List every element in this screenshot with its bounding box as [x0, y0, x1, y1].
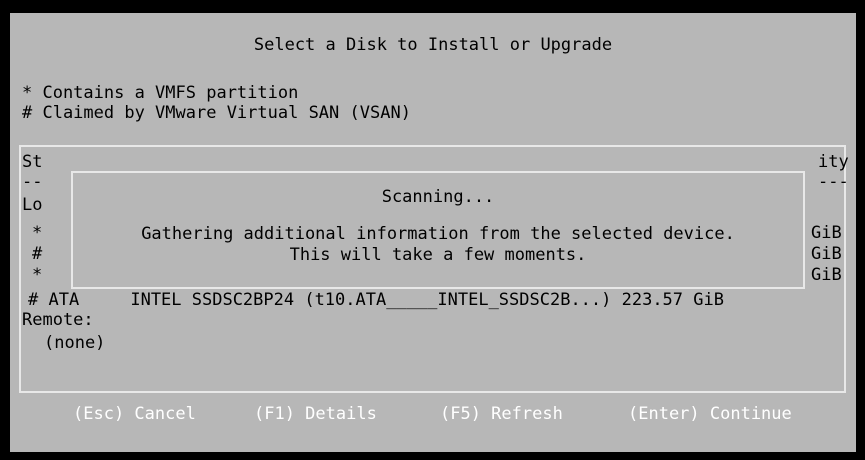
header-divider-left: --	[22, 172, 43, 192]
console-screen: Select a Disk to Install or Upgrade * Co…	[0, 0, 865, 460]
disk-row-marker: *	[32, 223, 43, 243]
storage-header-fragment: St	[22, 152, 43, 172]
refresh-key[interactable]: (F5) Refresh	[440, 404, 563, 424]
continue-key[interactable]: (Enter) Continue	[628, 404, 792, 424]
legend-vsan: # Claimed by VMware Virtual SAN (VSAN)	[22, 103, 411, 123]
disk-row-intel-ssd[interactable]: # ATA INTEL SSDSC2BP24 (t10.ATA_____INTE…	[28, 290, 724, 310]
disk-row-unit: GiB	[811, 265, 842, 285]
disk-row-unit: GiB	[811, 244, 842, 264]
dialog-title: Select a Disk to Install or Upgrade	[253, 35, 613, 55]
remote-label: Remote:	[22, 310, 94, 330]
local-label-fragment: Lo	[22, 195, 43, 215]
cancel-key[interactable]: (Esc) Cancel	[73, 404, 196, 424]
disk-select-dialog: Select a Disk to Install or Upgrade * Co…	[10, 13, 856, 452]
details-key[interactable]: (F1) Details	[254, 404, 377, 424]
header-divider-right: ---	[818, 172, 849, 192]
popup-message-line1: Gathering additional information from th…	[141, 224, 735, 244]
disk-row-unit: GiB	[811, 223, 842, 243]
popup-message-line2: This will take a few moments.	[289, 245, 587, 265]
capacity-header-fragment: ity	[818, 152, 849, 172]
popup-title: Scanning...	[381, 187, 495, 207]
remote-none: (none)	[44, 333, 106, 353]
scanning-popup: Scanning... Gathering additional informa…	[71, 171, 805, 289]
legend-vmfs: * Contains a VMFS partition	[22, 83, 299, 103]
disk-row-marker: #	[32, 244, 43, 264]
disk-row-marker: *	[32, 265, 43, 285]
